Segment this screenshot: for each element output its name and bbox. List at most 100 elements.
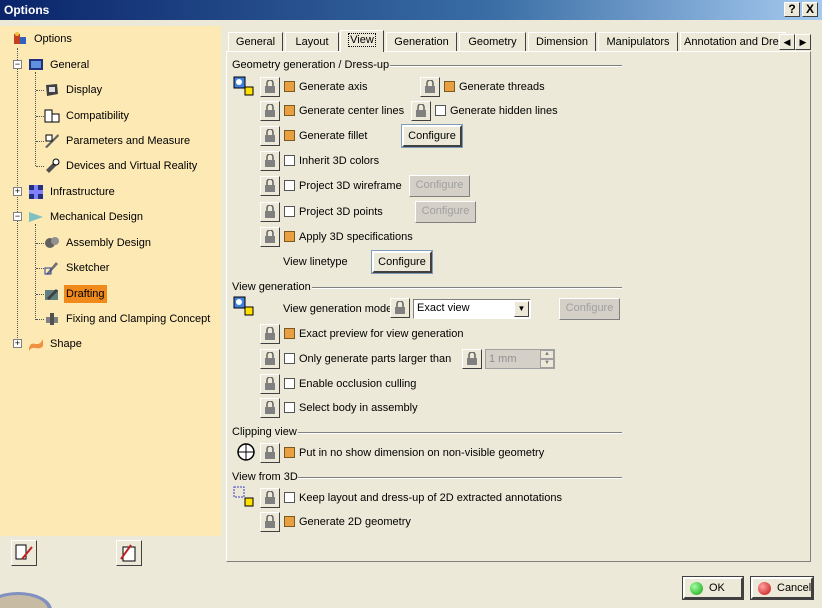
project-3d-points-checkbox[interactable]: [284, 206, 295, 217]
tab-generation[interactable]: Generation: [386, 32, 457, 52]
wireframe-configure-button[interactable]: Configure: [409, 175, 470, 197]
tree-item-label: Infrastructure: [50, 186, 115, 198]
tree-connector: [36, 90, 44, 91]
lock-button[interactable]: [260, 77, 280, 97]
cancel-button[interactable]: Cancel: [750, 576, 814, 600]
generate-2d-geometry-checkbox[interactable]: [284, 516, 295, 527]
inherit-3d-colors-label: Inherit 3D colors: [299, 155, 380, 167]
tab-view[interactable]: View: [340, 30, 384, 52]
generate-center-lines-checkbox[interactable]: [284, 105, 295, 116]
project-3d-wireframe-checkbox[interactable]: [284, 180, 295, 191]
help-button[interactable]: ?: [784, 2, 800, 17]
lock-button[interactable]: [260, 151, 280, 171]
view-generation-mode-select[interactable]: Exact view ▼: [413, 299, 531, 319]
section-title-geometry: Geometry generation / Dress-up: [232, 59, 390, 71]
lock-button[interactable]: [390, 298, 410, 318]
apply-3d-specifications-checkbox[interactable]: [284, 231, 295, 242]
spin-down-icon[interactable]: ▼: [540, 359, 554, 368]
tree-connector: [35, 72, 36, 166]
tree-item-label: Display: [66, 84, 103, 96]
fillet-configure-button[interactable]: Configure: [401, 124, 463, 148]
tab-label: Layout: [295, 36, 329, 48]
occlusion-culling-checkbox[interactable]: [284, 378, 295, 389]
part-size-spinner[interactable]: 1 mm ▲ ▼: [485, 349, 555, 369]
tree-connector: [36, 141, 44, 142]
general-icon: [29, 59, 43, 70]
lock-button[interactable]: [260, 512, 280, 532]
export-options-button[interactable]: [116, 540, 142, 566]
lock-button[interactable]: [260, 349, 280, 369]
tree-item-label: Devices and Virtual Reality: [66, 160, 198, 172]
tab-annotation[interactable]: Annotation and Dress-up: [680, 32, 786, 52]
tree-connector: [36, 319, 44, 320]
lock-button[interactable]: [260, 324, 280, 344]
view-generation-configure-button[interactable]: Configure: [559, 298, 620, 320]
inherit-3d-colors-checkbox[interactable]: [284, 155, 295, 166]
lock-icon: [395, 301, 405, 314]
generate-fillet-checkbox[interactable]: [284, 130, 295, 141]
generate-hidden-lines-label: Generate hidden lines: [450, 105, 558, 117]
lock-icon: [265, 446, 275, 459]
lock-icon: [265, 129, 275, 142]
no-show-dimension-checkbox[interactable]: [284, 447, 295, 458]
tab-geometry[interactable]: Geometry: [459, 32, 526, 52]
export-icon: [120, 544, 136, 562]
tab-scroll-right[interactable]: ▶: [795, 34, 811, 50]
exact-preview-label: Exact preview for view generation: [299, 328, 464, 340]
options-tree: Options − General Display Compatibility …: [0, 26, 221, 536]
lock-button[interactable]: [260, 176, 280, 196]
lock-button[interactable]: [260, 443, 280, 463]
keep-layout-checkbox[interactable]: [284, 492, 295, 503]
generate-threads-label: Generate threads: [459, 81, 545, 93]
expander-infrastructure[interactable]: +: [13, 187, 22, 196]
lock-button[interactable]: [260, 202, 280, 222]
tab-label: View: [348, 33, 376, 47]
only-larger-parts-label: Only generate parts larger than: [299, 353, 452, 365]
expander-mechanical[interactable]: −: [13, 212, 22, 221]
generate-threads-checkbox[interactable]: [444, 81, 455, 92]
chevron-down-icon[interactable]: ▼: [514, 301, 529, 317]
assembly-icon: [45, 237, 59, 248]
expander-general[interactable]: −: [13, 60, 22, 69]
lock-button[interactable]: [260, 374, 280, 394]
points-configure-button[interactable]: Configure: [415, 201, 476, 223]
tab-layout[interactable]: Layout: [285, 32, 339, 52]
tree-connector: [36, 294, 44, 295]
tab-manipulators[interactable]: Manipulators: [598, 32, 678, 52]
lock-button[interactable]: [260, 126, 280, 146]
expander-shape[interactable]: +: [13, 339, 22, 348]
tab-label: Manipulators: [606, 36, 670, 48]
exact-preview-checkbox[interactable]: [284, 328, 295, 339]
select-body-checkbox[interactable]: [284, 402, 295, 413]
tab-scroll-left[interactable]: ◀: [779, 34, 795, 50]
devices-icon: [46, 158, 60, 173]
lock-button[interactable]: [420, 77, 440, 97]
tab-dimension[interactable]: Dimension: [528, 32, 596, 52]
tab-label: Geometry: [468, 36, 517, 48]
lock-icon: [265, 104, 275, 117]
lock-button[interactable]: [260, 101, 280, 121]
only-larger-parts-checkbox[interactable]: [284, 353, 295, 364]
lock-button[interactable]: [260, 398, 280, 418]
infrastructure-icon: [29, 185, 43, 199]
spin-up-icon[interactable]: ▲: [540, 350, 554, 359]
lock-button[interactable]: [260, 488, 280, 508]
compatibility-icon: [44, 109, 60, 123]
ok-button[interactable]: OK: [682, 576, 744, 600]
tree-connector: [17, 48, 18, 344]
tab-general[interactable]: General: [228, 32, 283, 52]
lock-button[interactable]: [462, 349, 482, 369]
tab-label: Annotation and Dress-up: [684, 36, 786, 48]
fixing-icon: [46, 313, 58, 325]
logo-globe-icon: [0, 592, 52, 608]
cancel-label: Cancel: [777, 582, 812, 594]
lock-button[interactable]: [260, 227, 280, 247]
generate-axis-checkbox[interactable]: [284, 81, 295, 92]
lock-button[interactable]: [411, 101, 431, 121]
close-button[interactable]: X: [802, 2, 818, 17]
reset-options-button[interactable]: [11, 540, 37, 566]
generate-hidden-lines-checkbox[interactable]: [435, 105, 446, 116]
generate-fillet-label: Generate fillet: [299, 130, 368, 142]
linetype-configure-button[interactable]: Configure: [371, 250, 433, 274]
lock-icon: [265, 491, 275, 504]
